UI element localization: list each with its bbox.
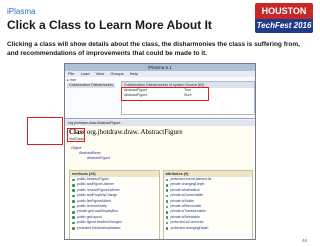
project-tree: ▸ mar Collaboration Disharmonies bbox=[67, 78, 119, 117]
class-browser: Class org.jhotdraw.draw. AbstractFigure … bbox=[65, 126, 255, 239]
attributes-panel: attributes (9) protected eventListenerLi… bbox=[162, 170, 253, 239]
list-item[interactable]: protected fireAreaInvalidated bbox=[70, 226, 159, 231]
menu-groups[interactable]: Groups bbox=[110, 71, 123, 76]
logo-bottom-text: TechFest 2016 bbox=[255, 19, 313, 33]
slide-caption: Clicking a class will show details about… bbox=[7, 41, 300, 57]
highlight-box-methods bbox=[27, 117, 63, 145]
class-header: Class org.jhotdraw.draw. AbstractFigure bbox=[69, 128, 182, 136]
class-hierarchy: Object AbstractBean AbstractFigure bbox=[71, 146, 110, 161]
highlight-box-table bbox=[121, 87, 209, 101]
class-name: . AbstractFigure bbox=[137, 128, 183, 136]
menu-load[interactable]: Load bbox=[81, 71, 90, 76]
menu-view[interactable]: View bbox=[96, 71, 105, 76]
logo-top-text: HOUSTON bbox=[255, 3, 313, 19]
highlight-box-header bbox=[67, 128, 85, 142]
detail-columns: methods (29) public AbstractFigure publi… bbox=[69, 170, 253, 239]
app-window: iPlasma 6.1 File Load View Groups Help ▸… bbox=[64, 63, 256, 240]
slide-subtitle: iPlasma bbox=[7, 7, 36, 16]
slide-title: Click a Class to Learn More About It bbox=[7, 18, 212, 32]
menu-help[interactable]: Help bbox=[130, 71, 138, 76]
page-number: 46 bbox=[302, 238, 308, 243]
menu-file[interactable]: File bbox=[68, 71, 74, 76]
window-titlebar: iPlasma 6.1 bbox=[65, 64, 255, 71]
event-logo: HOUSTON TechFest 2016 bbox=[255, 3, 313, 33]
methods-panel: methods (29) public AbstractFigure publi… bbox=[69, 170, 160, 239]
class-package[interactable]: org.jhotdraw.draw bbox=[87, 128, 138, 136]
list-item[interactable]: protected changingDepth bbox=[164, 226, 253, 231]
tab-collaboration-disharmonies[interactable]: Collaboration Disharmonies bbox=[67, 83, 116, 88]
top-pane: ▸ mar Collaboration Disharmonies Collabo… bbox=[65, 77, 255, 119]
hierarchy-item[interactable]: AbstractFigure bbox=[71, 156, 110, 161]
